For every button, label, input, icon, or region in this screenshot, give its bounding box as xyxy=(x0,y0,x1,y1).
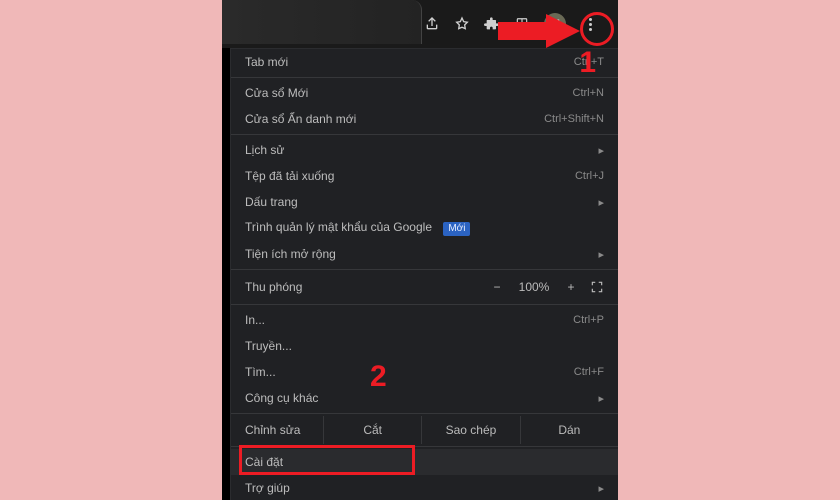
menu-label: Tệp đã tải xuống xyxy=(245,169,575,183)
active-tab-edge xyxy=(222,0,422,44)
menu-item-bookmarks[interactable]: Dấu trang ▸ xyxy=(231,189,618,215)
menu-label: Công cụ khác xyxy=(245,391,598,405)
share-icon[interactable] xyxy=(424,16,440,32)
browser-window: M Tab mới Ctrl+T Cửa sổ Mới Ctrl+N Cửa s… xyxy=(222,0,618,500)
menu-label: Cài đặt xyxy=(245,455,604,469)
menu-item-zoom: Thu phóng − 100% + xyxy=(231,272,618,302)
menu-shortcut: Ctrl+F xyxy=(574,366,604,378)
fullscreen-icon[interactable] xyxy=(590,280,604,294)
chrome-main-menu: Tab mới Ctrl+T Cửa sổ Mới Ctrl+N Cửa sổ … xyxy=(230,48,618,500)
menu-item-new-tab[interactable]: Tab mới Ctrl+T xyxy=(231,49,618,75)
menu-label: Trình quản lý mật khẩu của Google Mới xyxy=(245,220,604,236)
chevron-right-icon: ▸ xyxy=(598,392,604,405)
menu-item-help[interactable]: Trợ giúp ▸ xyxy=(231,475,618,500)
extensions-puzzle-icon[interactable] xyxy=(484,16,500,32)
menu-separator xyxy=(231,77,618,78)
menu-label: Truyền... xyxy=(245,339,604,353)
menu-shortcut: Ctrl+Shift+N xyxy=(544,113,604,125)
menu-separator xyxy=(231,304,618,305)
menu-item-extensions[interactable]: Tiện ích mở rộng ▸ xyxy=(231,241,618,267)
menu-label: Trợ giúp xyxy=(245,481,598,495)
edit-label: Chỉnh sửa xyxy=(245,423,323,437)
menu-item-password-manager[interactable]: Trình quản lý mật khẩu của Google Mới xyxy=(231,215,618,241)
zoom-value: 100% xyxy=(516,280,552,294)
menu-separator xyxy=(231,446,618,447)
chevron-right-icon: ▸ xyxy=(598,482,604,495)
menu-label: In... xyxy=(245,313,573,327)
menu-item-history[interactable]: Lịch sử ▸ xyxy=(231,137,618,163)
menu-item-incognito[interactable]: Cửa sổ Ẩn danh mới Ctrl+Shift+N xyxy=(231,106,618,132)
zoom-label: Thu phóng xyxy=(245,280,478,294)
chevron-right-icon: ▸ xyxy=(598,248,604,261)
menu-label: Tiện ích mở rộng xyxy=(245,247,598,261)
new-badge: Mới xyxy=(443,222,470,236)
menu-shortcut: Ctrl+N xyxy=(573,87,604,99)
menu-shortcut: Ctrl+T xyxy=(574,56,604,68)
bookmark-star-icon[interactable] xyxy=(454,16,470,32)
browser-toolbar: M xyxy=(222,0,618,48)
menu-label: Lịch sử xyxy=(245,143,598,157)
menu-item-find[interactable]: Tìm... Ctrl+F xyxy=(231,359,618,385)
zoom-out-button[interactable]: − xyxy=(490,280,504,294)
menu-shortcut: Ctrl+J xyxy=(575,170,604,182)
menu-item-more-tools[interactable]: Công cụ khác ▸ xyxy=(231,385,618,411)
zoom-in-button[interactable]: + xyxy=(564,280,578,294)
menu-separator xyxy=(231,413,618,414)
menu-separator xyxy=(231,134,618,135)
menu-dots-button[interactable] xyxy=(580,14,600,34)
menu-shortcut: Ctrl+P xyxy=(573,314,604,326)
menu-label: Cửa sổ Ẩn danh mới xyxy=(245,112,544,126)
chevron-right-icon: ▸ xyxy=(598,144,604,157)
menu-item-new-window[interactable]: Cửa sổ Mới Ctrl+N xyxy=(231,80,618,106)
menu-item-downloads[interactable]: Tệp đã tải xuống Ctrl+J xyxy=(231,163,618,189)
profile-avatar[interactable]: M xyxy=(544,13,566,35)
menu-label: Tìm... xyxy=(245,365,574,379)
menu-separator xyxy=(231,269,618,270)
menu-label: Cửa sổ Mới xyxy=(245,86,573,100)
menu-label: Tab mới xyxy=(245,55,574,69)
edit-paste-button[interactable]: Dán xyxy=(520,416,618,444)
reading-list-icon[interactable] xyxy=(514,16,530,32)
edit-copy-button[interactable]: Sao chép xyxy=(421,416,519,444)
chevron-right-icon: ▸ xyxy=(598,196,604,209)
avatar-initial: M xyxy=(550,17,560,31)
menu-label: Dấu trang xyxy=(245,195,598,209)
menu-item-edit: Chỉnh sửa Cắt Sao chép Dán xyxy=(231,416,618,444)
menu-item-print[interactable]: In... Ctrl+P xyxy=(231,307,618,333)
menu-item-settings[interactable]: Cài đặt xyxy=(231,449,618,475)
menu-item-cast[interactable]: Truyền... xyxy=(231,333,618,359)
edit-cut-button[interactable]: Cắt xyxy=(323,416,421,444)
